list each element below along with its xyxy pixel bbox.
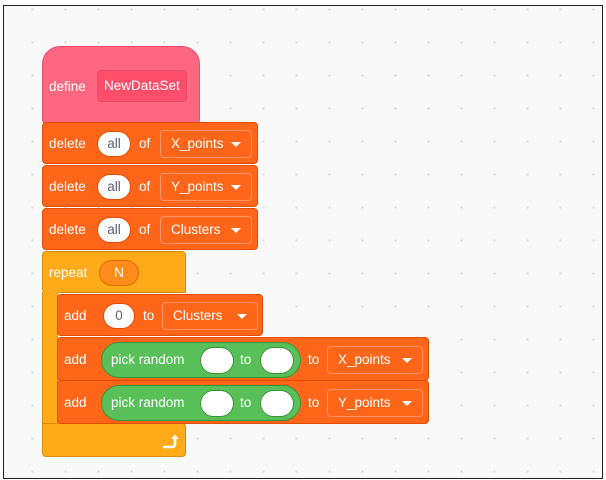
chevron-down-icon	[231, 142, 241, 147]
delete-block-y-points[interactable]: delete all of Y_points	[42, 165, 258, 207]
list-dropdown-label: Y_points	[171, 179, 224, 194]
add-block-y-points[interactable]: add pick random to to Y_points	[57, 380, 429, 424]
script-canvas[interactable]: define NewDataSet delete all of X_points…	[3, 5, 603, 479]
list-dropdown-x-points[interactable]: X_points	[327, 346, 423, 374]
add-keyword: add	[64, 395, 87, 410]
pick-random-operator[interactable]: pick random to	[101, 385, 301, 421]
loop-arrow-icon	[162, 434, 179, 449]
of-label: of	[139, 136, 151, 151]
delete-block-clusters[interactable]: delete all of Clusters	[42, 208, 258, 250]
to-label: to	[308, 395, 320, 410]
delete-keyword: delete	[49, 136, 86, 151]
chevron-down-icon	[402, 401, 412, 406]
repeat-block[interactable]: repeat N	[42, 251, 186, 293]
list-dropdown-label: X_points	[171, 136, 224, 151]
pick-random-label: pick random	[111, 352, 185, 367]
delete-keyword: delete	[49, 179, 86, 194]
pick-random-operator[interactable]: pick random to	[101, 342, 301, 378]
add-block-x-points[interactable]: add pick random to to X_points	[57, 337, 429, 381]
define-keyword: define	[49, 79, 86, 94]
delete-keyword: delete	[49, 222, 86, 237]
delete-block-x-points[interactable]: delete all of X_points	[42, 122, 258, 164]
add-keyword: add	[64, 308, 87, 323]
list-dropdown-label: X_points	[338, 352, 391, 367]
add-keyword: add	[64, 352, 87, 367]
list-dropdown-label: Clusters	[171, 222, 221, 237]
define-procedure-name: NewDataSet	[97, 70, 187, 102]
list-dropdown-x-points[interactable]: X_points	[160, 130, 252, 158]
to-label: to	[308, 352, 320, 367]
chevron-down-icon	[231, 228, 241, 233]
add-block-clusters[interactable]: add 0 to Clusters	[57, 294, 263, 336]
repeat-block-arm	[42, 292, 58, 424]
delete-value-field[interactable]: all	[97, 131, 131, 157]
delete-value-field[interactable]: all	[97, 217, 131, 243]
chevron-down-icon	[402, 358, 412, 363]
add-value-field[interactable]: 0	[103, 303, 135, 329]
delete-value-field[interactable]: all	[97, 174, 131, 200]
list-dropdown-label: Y_points	[338, 395, 391, 410]
define-block[interactable]: define NewDataSet	[42, 46, 200, 124]
list-dropdown-label: Clusters	[173, 308, 223, 323]
random-min-field[interactable]	[200, 390, 234, 417]
list-dropdown-y-points[interactable]: Y_points	[327, 389, 423, 417]
to-label: to	[240, 352, 252, 367]
random-max-field[interactable]	[260, 390, 294, 417]
random-min-field[interactable]	[200, 347, 234, 374]
of-label: of	[139, 179, 151, 194]
repeat-count-field[interactable]: N	[99, 260, 139, 286]
list-dropdown-clusters[interactable]: Clusters	[162, 302, 258, 330]
to-label: to	[240, 395, 252, 410]
repeat-keyword: repeat	[49, 265, 88, 280]
pick-random-label: pick random	[111, 395, 185, 410]
repeat-block-bottom	[42, 423, 186, 457]
chevron-down-icon	[237, 314, 247, 319]
list-dropdown-clusters[interactable]: Clusters	[160, 216, 252, 244]
chevron-down-icon	[231, 185, 241, 190]
to-label: to	[143, 308, 155, 323]
random-max-field[interactable]	[260, 347, 294, 374]
list-dropdown-y-points[interactable]: Y_points	[160, 173, 252, 201]
of-label: of	[139, 222, 151, 237]
